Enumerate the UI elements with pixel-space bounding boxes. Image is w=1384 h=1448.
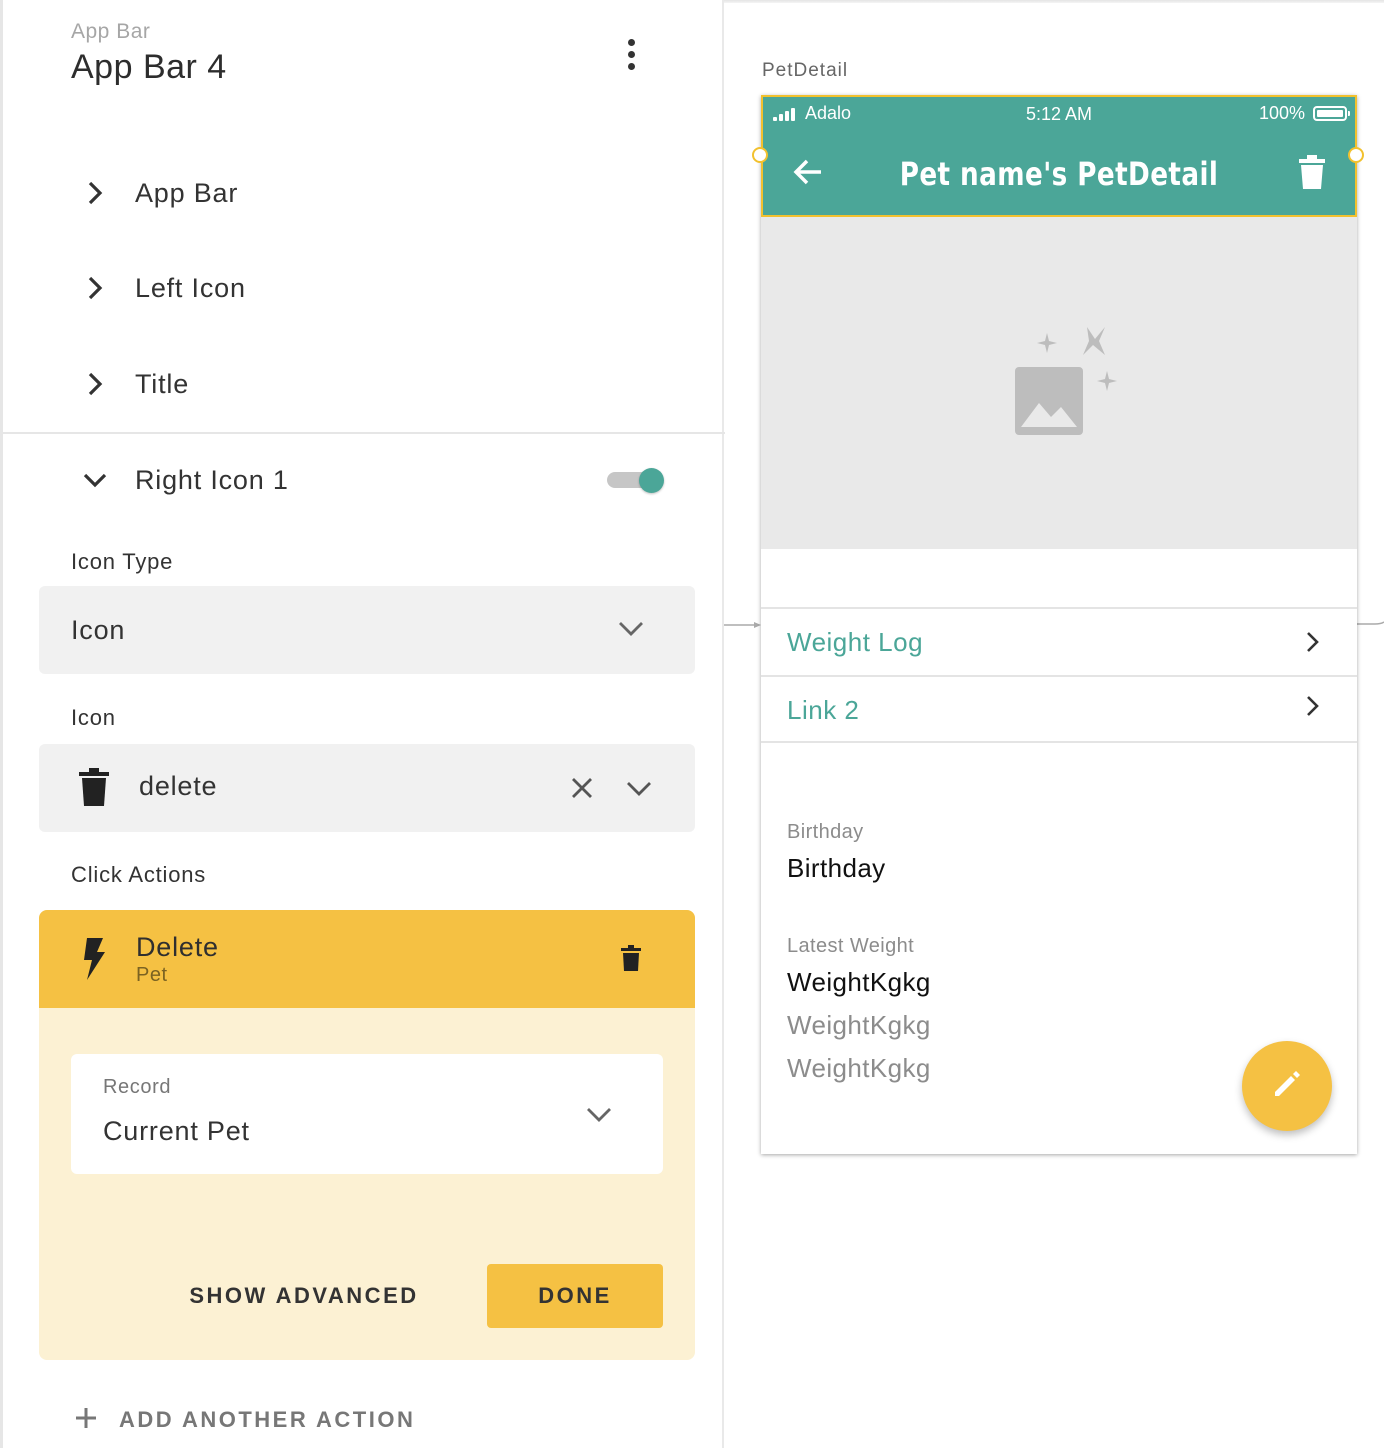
icon-type-label: Icon Type (71, 549, 174, 574)
delete-icon (79, 768, 109, 811)
list-item-weight-log[interactable]: Weight Log (761, 607, 1357, 675)
action-body: Record Current Pet SHOW ADVANCED DONE (39, 1008, 695, 1360)
lightning-icon (83, 938, 107, 985)
section-app-bar[interactable]: App Bar (71, 168, 691, 218)
latest-weight-label: Latest Weight (787, 935, 915, 957)
list-item-link-2[interactable]: Link 2 (761, 675, 1357, 743)
chevron-right-icon (1301, 631, 1323, 653)
resize-handle-right[interactable] (1348, 147, 1364, 163)
chevron-down-icon (585, 1106, 613, 1129)
birthday-value: Birthday (787, 853, 886, 883)
chevron-right-icon (71, 371, 119, 397)
delete-action-icon[interactable] (621, 945, 641, 976)
component-settings-panel: App Bar App Bar 4 App Bar Left Icon Titl… (0, 0, 725, 1448)
more-options-icon[interactable] (615, 36, 647, 72)
section-label: App Bar (135, 177, 239, 208)
chevron-down-icon (617, 620, 645, 643)
image-placeholder-icon (1013, 323, 1121, 440)
action-subtitle: Pet (136, 964, 168, 986)
image-placeholder[interactable] (761, 217, 1357, 549)
plus-icon (75, 1407, 97, 1434)
component-name[interactable]: App Bar 4 (71, 48, 227, 87)
add-another-action-label: ADD ANOTHER ACTION (119, 1407, 416, 1432)
divider (3, 432, 725, 434)
section-label: Left Icon (135, 272, 246, 303)
show-advanced-button[interactable]: SHOW ADVANCED (169, 1264, 439, 1328)
section-left-icon[interactable]: Left Icon (71, 263, 691, 313)
chevron-down-icon (71, 470, 119, 490)
record-value: Current Pet (103, 1116, 250, 1146)
section-label: Title (135, 368, 190, 399)
icon-label: Icon (71, 705, 116, 730)
chevron-down-icon (625, 780, 653, 803)
icon-type-select[interactable]: Icon (39, 586, 695, 674)
weight-value: WeightKgkg (787, 967, 931, 997)
link-arrow-in (724, 622, 761, 628)
click-actions-label: Click Actions (71, 862, 207, 887)
chevron-right-icon (71, 180, 119, 206)
list-divider (761, 741, 1357, 743)
resize-handle-left[interactable] (752, 147, 768, 163)
weight-value: WeightKgkg (787, 1010, 931, 1040)
chevron-right-icon (71, 275, 119, 301)
section-label: Right Icon 1 (135, 464, 289, 495)
phone-screen[interactable]: Adalo 5:12 AM 100% Pet name's PetDetail … (752, 95, 1364, 1154)
action-card-header[interactable]: Delete Pet (39, 910, 695, 1008)
app-bar[interactable]: Adalo 5:12 AM 100% Pet name's PetDetail (761, 95, 1357, 217)
clear-icon[interactable] (571, 777, 593, 804)
done-button[interactable]: DONE (487, 1264, 663, 1328)
birthday-label: Birthday (787, 821, 864, 843)
section-right-icon-1[interactable]: Right Icon 1 (71, 455, 691, 505)
action-title: Delete (136, 932, 219, 962)
chevron-right-icon (1301, 695, 1323, 717)
list-item-label: Weight Log (787, 626, 924, 657)
weight-value: WeightKgkg (787, 1053, 931, 1083)
right-icon-toggle[interactable] (607, 466, 665, 494)
component-kind: App Bar (71, 20, 151, 43)
record-label: Record (103, 1076, 172, 1098)
status-bar: Adalo 5:12 AM 100% (763, 97, 1355, 131)
section-title[interactable]: Title (71, 359, 691, 409)
add-another-action-button[interactable]: ADD ANOTHER ACTION (75, 1400, 415, 1440)
icon-select[interactable]: delete (39, 744, 695, 832)
app-bar-title: Pet name's PetDetail (899, 155, 1219, 193)
battery-percent: 100% (1259, 103, 1306, 123)
link-arrow-out (1357, 621, 1384, 625)
edit-fab-button[interactable] (1242, 1041, 1332, 1131)
icon-value: delete (139, 771, 218, 801)
list-item-label: Link 2 (787, 694, 860, 725)
icon-type-value: Icon (71, 614, 126, 645)
delete-icon[interactable] (1299, 155, 1325, 189)
battery-icon (1313, 106, 1350, 121)
pencil-icon (1271, 1068, 1303, 1105)
record-select[interactable]: Record Current Pet (71, 1054, 663, 1174)
screen-name-label[interactable]: PetDetail (762, 60, 848, 82)
